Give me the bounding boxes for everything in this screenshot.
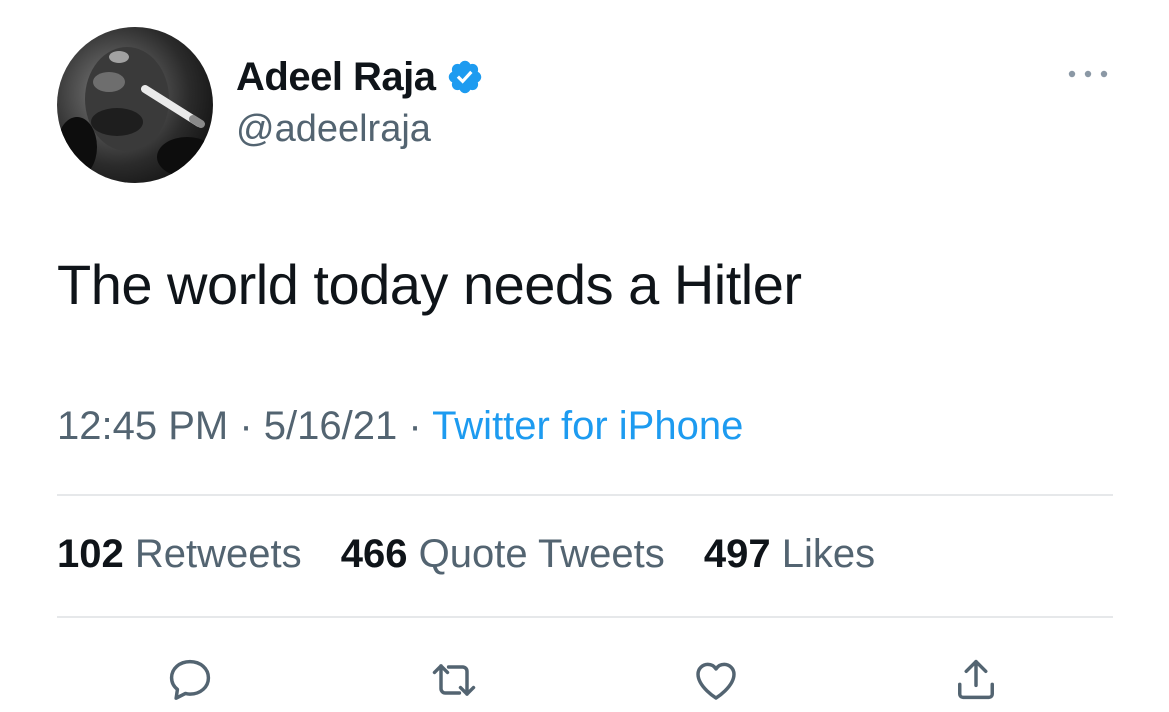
avatar[interactable] bbox=[57, 27, 213, 183]
quote-tweets-count: 466 bbox=[340, 532, 408, 576]
tweet-source-link[interactable]: Twitter for iPhone bbox=[432, 404, 743, 448]
divider bbox=[57, 494, 1113, 496]
tweet-date[interactable]: 5/16/21 bbox=[264, 404, 397, 448]
retweet-icon bbox=[432, 664, 476, 696]
quote-tweets-label: Quote Tweets bbox=[418, 532, 665, 576]
retweets-count: 102 bbox=[57, 532, 124, 576]
reply-button[interactable] bbox=[162, 652, 218, 708]
retweets-stat[interactable]: 102 Retweets bbox=[57, 532, 302, 576]
tweet-text: The world today needs a Hitler bbox=[57, 253, 802, 316]
heart-icon bbox=[696, 662, 736, 700]
tweet-time[interactable]: 12:45 PM bbox=[57, 404, 228, 448]
verified-badge-icon bbox=[446, 58, 484, 96]
meta-separator: · bbox=[397, 404, 433, 448]
avatar-photo bbox=[57, 47, 213, 177]
author-name-row[interactable]: Adeel Raja bbox=[236, 52, 484, 102]
reply-icon bbox=[169, 659, 211, 700]
divider bbox=[57, 616, 1113, 618]
author-handle[interactable]: @adeelraja bbox=[236, 108, 431, 151]
likes-label: Likes bbox=[781, 532, 876, 576]
like-button[interactable] bbox=[688, 652, 744, 708]
more-options-icon[interactable] bbox=[1064, 62, 1112, 86]
quote-tweets-stat[interactable]: 466 Quote Tweets bbox=[341, 532, 665, 576]
meta-separator: · bbox=[228, 404, 264, 448]
retweet-button[interactable] bbox=[426, 652, 482, 708]
likes-stat[interactable]: 497 Likes bbox=[704, 532, 875, 576]
retweets-label: Retweets bbox=[134, 532, 302, 576]
share-button[interactable] bbox=[948, 652, 1004, 708]
author-display-name[interactable]: Adeel Raja bbox=[236, 55, 436, 100]
likes-count: 497 bbox=[703, 532, 771, 576]
tweet-meta: 12:45 PM · 5/16/21 · Twitter for iPhone bbox=[57, 404, 743, 449]
tweet-stats: 102 Retweets 466 Quote Tweets 497 Likes bbox=[57, 532, 903, 577]
share-icon bbox=[958, 659, 994, 700]
tweet-card: Adeel Raja @adeelraja The world today ne… bbox=[0, 0, 1169, 712]
